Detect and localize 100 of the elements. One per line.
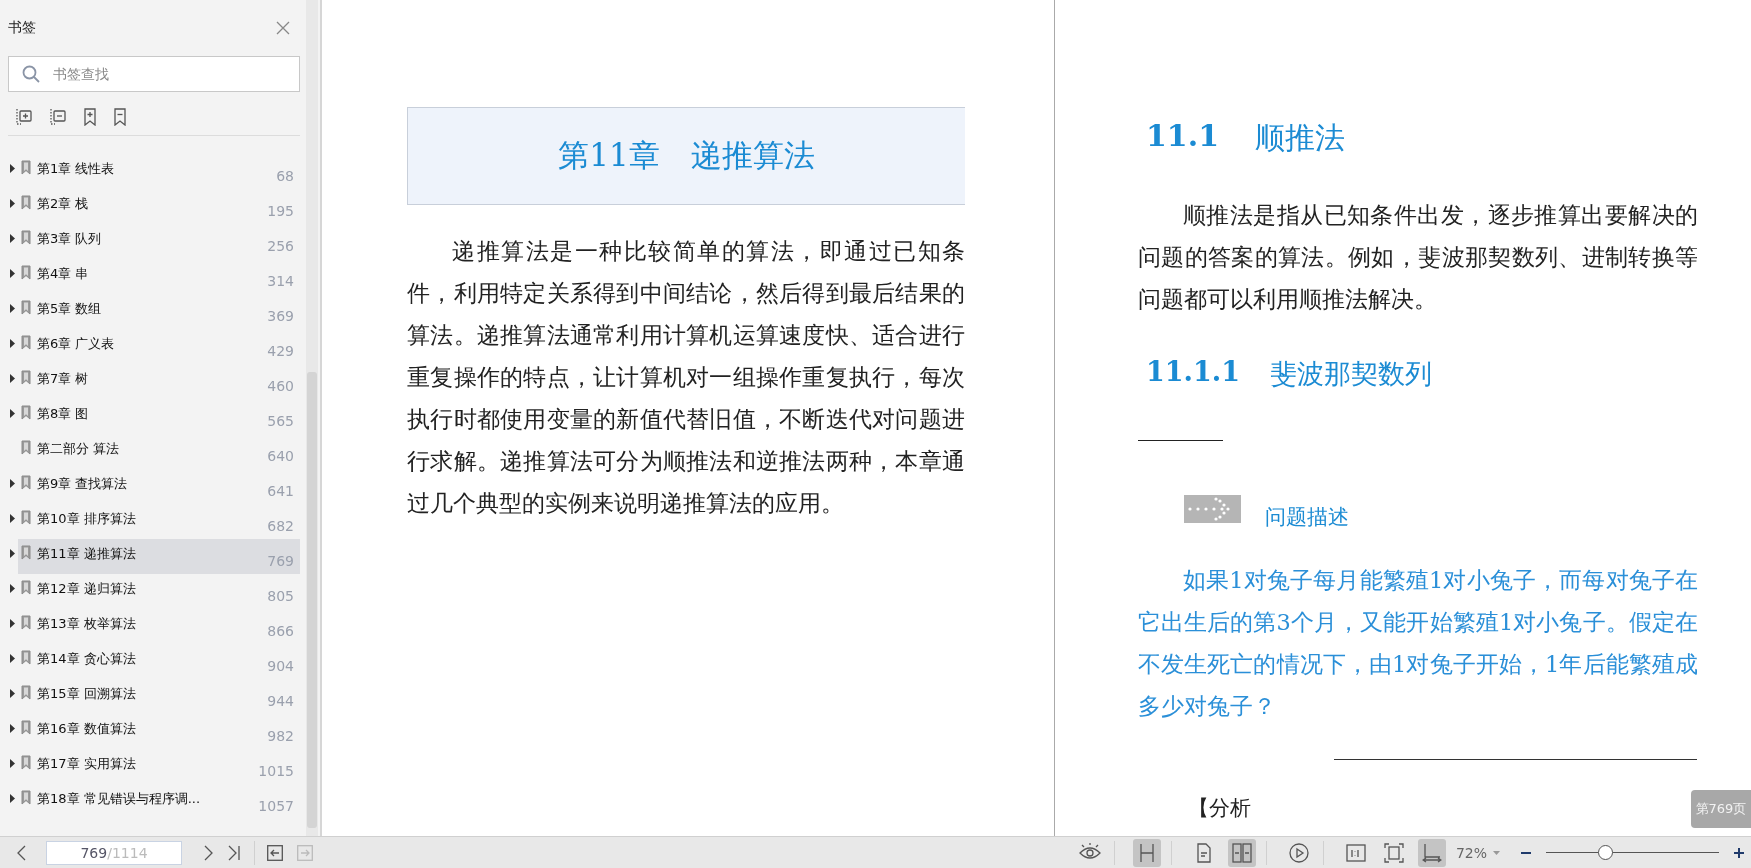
bookmark-icon xyxy=(21,370,31,385)
search-icon xyxy=(22,65,40,83)
expand-arrow-icon[interactable] xyxy=(10,619,15,628)
page-number: 641 xyxy=(267,483,294,499)
page-number: 256 xyxy=(267,238,294,254)
page-number: 565 xyxy=(267,413,294,429)
bookmark-item[interactable]: 第14章 贪心算法 904 xyxy=(18,644,300,679)
bookmark-icon xyxy=(21,160,31,175)
bookmark-label: 第2章 栈 xyxy=(37,195,89,213)
expand-arrow-icon[interactable] xyxy=(10,759,15,768)
analysis-heading: 【分析 xyxy=(1188,795,1251,822)
page-number: 944 xyxy=(267,693,294,709)
bookmark-label: 第7章 树 xyxy=(37,370,89,388)
expand-arrow-icon[interactable] xyxy=(10,339,15,348)
page-number: 982 xyxy=(267,728,294,744)
previous-page-icon[interactable] xyxy=(16,844,26,861)
expand-arrow-icon[interactable] xyxy=(10,514,15,523)
expand-arrow-icon[interactable] xyxy=(10,794,15,803)
page-number: 1015 xyxy=(258,763,294,779)
expand-arrow-icon[interactable] xyxy=(10,689,15,698)
bookmark-icon xyxy=(21,545,31,560)
section-title: 顺推法 xyxy=(1255,119,1346,157)
expand-arrow-icon[interactable] xyxy=(10,269,15,278)
search-field[interactable]: 书签查找 xyxy=(8,56,300,92)
bookmark-item[interactable]: 第6章 广义表 429 xyxy=(18,329,300,364)
expand-all-icon[interactable] xyxy=(16,107,32,126)
close-icon[interactable] xyxy=(276,21,290,35)
single-page-icon xyxy=(1195,842,1212,863)
bookmark-item[interactable]: 第18章 常见错误与程序调... 1057 xyxy=(18,784,300,819)
bookmark-icon xyxy=(21,440,31,455)
back-icon[interactable] xyxy=(267,844,283,861)
bookmark-item[interactable]: 第16章 数值算法 982 xyxy=(18,714,300,749)
bookmark-label: 第1章 线性表 xyxy=(37,160,115,178)
paragraph: 顺推法是指从已知条件出发，逐步推算出要解决的问题的答案的算法。例如，斐波那契数列、进制转换等问题都可以利用顺推法解决。 xyxy=(1138,201,1698,314)
bookmark-item[interactable]: 第17章 实用算法 1015 xyxy=(18,749,300,784)
bookmark-item[interactable]: 第5章 数组 369 xyxy=(18,294,300,329)
expand-arrow-icon[interactable] xyxy=(10,374,15,383)
expand-arrow-icon[interactable] xyxy=(10,304,15,313)
bookmark-item[interactable]: 第2章 栈 195 xyxy=(18,189,300,224)
page-number: 369 xyxy=(267,308,294,324)
paragraph: 递推算法是一种比较简单的算法，即通过已知条件，利用特定关系得到中间结论，然后得到最后结果的算法。递推算法通常利用计算机运算速度快、适合进行重复操作的特点，让计算机对一组操作重复执行，每次执行时都使用变量的新值代替旧值，不断迭代对问题进行求解。递推算法可分为顺推法和逆推法两种，本章通过几个典型的实例来说明递推算法的应用。 xyxy=(407,237,965,518)
bookmark-icon xyxy=(21,755,31,770)
expand-arrow-icon[interactable] xyxy=(10,234,15,243)
bookmark-item[interactable]: 第4章 串 314 xyxy=(18,259,300,294)
continuous-page-icon xyxy=(1138,842,1155,863)
bookmark-label: 第8章 图 xyxy=(37,405,89,423)
bookmark-label: 第12章 递归算法 xyxy=(37,580,136,598)
bookmark-label: 第13章 枚举算法 xyxy=(37,615,136,633)
expand-arrow-icon[interactable] xyxy=(10,654,15,663)
subsection-title: 斐波那契数列 xyxy=(1269,357,1432,391)
bookmark-item[interactable]: 第15章 回溯算法 944 xyxy=(18,679,300,714)
next-page-icon[interactable] xyxy=(204,844,214,861)
chapter-title: 第11章 递推算法 xyxy=(407,107,965,205)
fit-page-icon xyxy=(1383,842,1404,863)
scrollbar-thumb[interactable] xyxy=(307,372,317,828)
page-number: 460 xyxy=(267,378,294,394)
continuous-page-button[interactable] xyxy=(1132,838,1161,867)
page-number: 904 xyxy=(267,658,294,674)
expand-arrow-icon[interactable] xyxy=(10,549,15,558)
collapse-all-icon[interactable] xyxy=(50,107,66,126)
bookmark-icon xyxy=(21,510,31,525)
bookmark-label: 第6章 广义表 xyxy=(37,335,115,353)
page-number: 769 xyxy=(267,553,294,569)
bookmark-item[interactable]: 第8章 图 565 xyxy=(18,399,300,434)
page-number: 429 xyxy=(267,343,294,359)
zoom-in-icon[interactable] xyxy=(1733,846,1745,859)
last-page-icon[interactable] xyxy=(228,844,240,861)
expand-arrow-icon[interactable] xyxy=(10,199,15,208)
zoom-dropdown[interactable]: 72% xyxy=(1455,844,1500,861)
bookmark-item[interactable]: 第二部分 算法 640 xyxy=(18,434,300,469)
expand-arrow-icon[interactable] xyxy=(10,409,15,418)
bookmark-item[interactable]: 第7章 树 460 xyxy=(18,364,300,399)
expand-arrow-icon[interactable] xyxy=(10,479,15,488)
bookmark-label: 第二部分 算法 xyxy=(37,440,120,458)
bookmark-icon xyxy=(21,580,31,595)
double-page-button[interactable] xyxy=(1227,838,1256,867)
bookmark-item[interactable]: 第1章 线性表 68 xyxy=(18,154,300,189)
bookmark-item[interactable]: 第10章 排序算法 682 xyxy=(18,504,300,539)
page-tooltip: 第769页 xyxy=(1691,790,1751,828)
fit-width-button[interactable] xyxy=(1417,838,1446,867)
play-icon xyxy=(1288,842,1309,863)
expand-arrow-icon[interactable] xyxy=(10,584,15,593)
expand-arrow-icon[interactable] xyxy=(10,724,15,733)
bookmark-item[interactable]: 第3章 队列 256 xyxy=(18,224,300,259)
page-number: 314 xyxy=(267,273,294,289)
bookmark-item[interactable]: 第13章 枚举算法 866 xyxy=(18,609,300,644)
remove-bookmark-icon[interactable] xyxy=(114,107,126,126)
page-number: 68 xyxy=(276,168,294,184)
bookmark-icon xyxy=(21,195,31,210)
bookmark-icon xyxy=(21,790,31,805)
bookmark-icon xyxy=(21,615,31,630)
page-number: 682 xyxy=(267,518,294,534)
caret-icon xyxy=(1493,850,1500,855)
bookmark-icon xyxy=(21,720,31,735)
bookmark-item[interactable]: 第9章 查找算法 641 xyxy=(18,469,300,504)
add-bookmark-icon[interactable] xyxy=(84,107,96,126)
bookmark-item[interactable]: 第12章 递归算法 805 xyxy=(18,574,300,609)
page-number: 805 xyxy=(267,588,294,604)
expand-arrow-icon[interactable] xyxy=(10,164,15,173)
page-number-field[interactable]: 769/1114 xyxy=(46,840,182,865)
